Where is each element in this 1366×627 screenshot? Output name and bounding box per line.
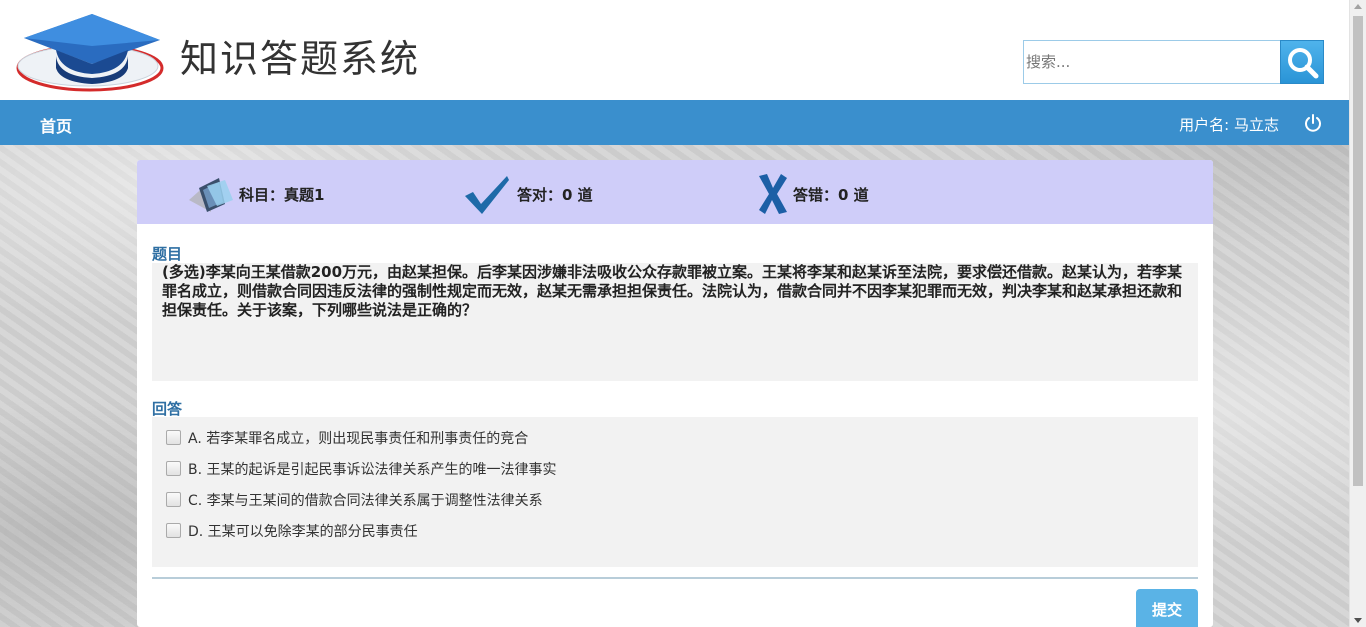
option-b-checkbox[interactable] [166, 461, 181, 476]
subject-label: 科目：真题1 [239, 186, 325, 204]
site-title: 知识答题系统 [180, 37, 421, 81]
submit-button[interactable]: 提交 [1136, 589, 1198, 627]
nav-home-link[interactable]: 首页 [40, 113, 72, 137]
search-input[interactable] [1023, 40, 1281, 84]
divider [152, 577, 1198, 579]
graduation-cap-logo [16, 14, 164, 92]
option-a-checkbox[interactable] [166, 430, 181, 445]
question-box: (多选)李某向王某借款200万元，由赵某担保。后李某因涉嫌非法吸收公众存款罪被立… [152, 263, 1198, 381]
top-navbar: 首页 用户名: 马立志 [0, 100, 1349, 145]
check-icon [465, 176, 509, 214]
correct-count-label: 答对：0 道 [517, 186, 593, 204]
option-a[interactable]: A. 若李某罪名成立，则出现民事责任和刑事责任的竞合 [152, 427, 1198, 458]
answer-options: A. 若李某罪名成立，则出现民事责任和刑事责任的竞合 B. 王某的起诉是引起民事… [152, 417, 1198, 567]
option-c[interactable]: C. 李某与王某间的借款合同法律关系属于调整性法律关系 [152, 489, 1198, 520]
page-scrollbar[interactable] [1349, 0, 1366, 627]
scroll-up-arrow-icon[interactable] [1354, 4, 1362, 9]
option-c-checkbox[interactable] [166, 492, 181, 507]
option-d-label: D. 王某可以免除李某的部分民事责任 [188, 524, 418, 540]
scroll-thumb[interactable] [1353, 16, 1363, 486]
power-icon[interactable] [1303, 113, 1323, 133]
book-icon [189, 178, 233, 212]
option-d-checkbox[interactable] [166, 523, 181, 538]
site-header: 知识答题系统 [0, 0, 1349, 100]
stats-bar: 科目：真题1 答对：0 道 答错：0 道 [137, 160, 1213, 224]
scroll-down-arrow-icon[interactable] [1354, 618, 1362, 623]
quiz-panel: 科目：真题1 答对：0 道 答错：0 道 题目 (多选)李某向王某借款200万元… [137, 160, 1213, 627]
question-heading: 题目 [152, 245, 183, 263]
search-icon [1288, 48, 1319, 79]
answer-heading: 回答 [152, 400, 183, 418]
question-text: (多选)李某向王某借款200万元，由赵某担保。后李某因涉嫌非法吸收公众存款罪被立… [162, 263, 1183, 319]
cross-icon [759, 174, 787, 214]
option-b-label: B. 王某的起诉是引起民事诉讼法律关系产生的唯一法律事实 [188, 462, 557, 478]
option-b[interactable]: B. 王某的起诉是引起民事诉讼法律关系产生的唯一法律事实 [152, 458, 1198, 489]
search-button[interactable] [1280, 40, 1324, 84]
username-label: 用户名: 马立志 [1179, 116, 1279, 134]
option-a-label: A. 若李某罪名成立，则出现民事责任和刑事责任的竞合 [188, 431, 529, 447]
wrong-count-label: 答错：0 道 [793, 186, 869, 204]
option-d[interactable]: D. 王某可以免除李某的部分民事责任 [152, 520, 1198, 551]
option-c-label: C. 李某与王某间的借款合同法律关系属于调整性法律关系 [188, 493, 543, 509]
